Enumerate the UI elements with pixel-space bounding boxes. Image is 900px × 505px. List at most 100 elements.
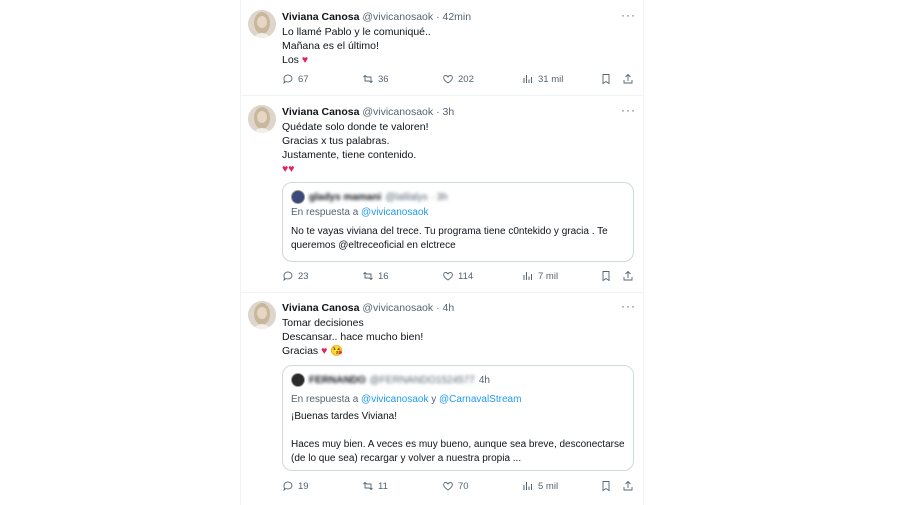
tweet-header: Viviana Canosa @vivicanosaok · 4h [282, 302, 454, 314]
quoted-tweet-header: FERNANDO @FERNANDO1524577 4h [291, 373, 490, 387]
heart-icon [443, 272, 453, 281]
views-count: 5 mil [538, 480, 559, 492]
bookmark-button[interactable] [600, 480, 612, 492]
retweet-button[interactable]: 16 [362, 270, 389, 282]
tweet-line: Descansar.. hace mucho bien! [282, 331, 424, 343]
like-button[interactable]: 70 [442, 480, 469, 492]
heart-emoji: ♥ 😘 [321, 345, 344, 357]
tweet-line: Justamente, tiene contenido. [282, 149, 417, 161]
author-handle[interactable]: @vivicanosaok [362, 11, 433, 23]
quoted-author-handle: @lalilalys · 3h [385, 191, 448, 203]
quoted-tweet-time: 4h [478, 374, 490, 386]
views-button[interactable]: 7 mil [522, 270, 558, 282]
tweet-line: Quédate solo donde te valoren! [282, 121, 429, 133]
like-button[interactable]: 202 [442, 73, 474, 85]
retweet-count: 16 [378, 270, 389, 282]
quoted-tweet-header: gladys mamani @lalilalys · 3h [291, 190, 448, 204]
retweet-count: 36 [378, 73, 389, 85]
mention-link[interactable]: @vivicanosaok [361, 394, 428, 405]
tweet-line: Gracias x tus palabras. [282, 135, 390, 147]
like-count: 70 [458, 480, 469, 492]
reply-context: En respuesta a @vivicanosaok [291, 207, 429, 218]
like-count: 114 [458, 270, 474, 282]
author-handle[interactable]: @vivicanosaok [362, 302, 433, 314]
reply-button[interactable]: 67 [282, 73, 309, 85]
tweet-time[interactable]: · 3h [436, 106, 454, 118]
mention-link[interactable]: @vivicanosaok [361, 207, 428, 218]
tweet-line: Mañana es el último! [282, 40, 379, 52]
reply-count: 23 [298, 270, 309, 282]
reply-icon [283, 481, 293, 492]
avatar[interactable] [248, 10, 276, 38]
tweet[interactable]: Viviana Canosa @vivicanosaok · 3h ··· Qu… [240, 96, 644, 293]
tweet[interactable]: Viviana Canosa @vivicanosaok · 42min ···… [240, 0, 644, 96]
mention-link[interactable]: @CarnavalStream [439, 394, 521, 405]
retweet-icon [363, 74, 373, 84]
heart-icon [443, 75, 453, 84]
bookmark-button[interactable] [600, 73, 612, 85]
author-name[interactable]: Viviana Canosa [282, 106, 359, 118]
bookmark-button[interactable] [600, 270, 612, 282]
retweet-icon [363, 481, 373, 491]
views-button[interactable]: 31 mil [522, 73, 563, 85]
more-options-icon[interactable]: ··· [621, 299, 636, 313]
retweet-count: 11 [378, 480, 388, 492]
reply-button[interactable]: 23 [282, 270, 309, 282]
bookmark-icon [602, 481, 610, 492]
tweet[interactable]: Viviana Canosa @vivicanosaok · 4h ··· To… [240, 293, 644, 505]
quoted-author-handle: @FERNANDO1524577 [369, 374, 475, 386]
views-count: 31 mil [538, 73, 564, 85]
quoted-tweet[interactable]: FERNANDO @FERNANDO1524577 4h En respuest… [282, 365, 634, 471]
tweet-time[interactable]: · 4h [436, 302, 454, 314]
views-icon [523, 75, 532, 83]
heart-emoji: ♥♥ [282, 163, 295, 175]
reply-icon [283, 271, 293, 282]
tweet-text: Lo llamé Pablo y le comuniqué.. Mañana e… [282, 25, 431, 67]
retweet-button[interactable]: 11 [362, 480, 388, 492]
tweet-actions: 19 11 70 5 mil [282, 480, 634, 494]
tweet-header: Viviana Canosa @vivicanosaok · 42min [282, 11, 471, 23]
share-button[interactable] [622, 480, 634, 492]
quoted-tweet[interactable]: gladys mamani @lalilalys · 3h En respues… [282, 182, 634, 262]
tweet-actions: 67 36 202 31 mil [282, 73, 634, 87]
avatar[interactable] [248, 105, 276, 133]
tweet-line: Los [282, 54, 299, 66]
reply-count: 19 [298, 480, 309, 492]
like-count: 202 [458, 73, 474, 85]
tweet-line: Tomar decisiones [282, 317, 364, 329]
quoted-tweet-text: ¡Buenas tardes Viviana! Haces muy bien. … [291, 411, 625, 464]
tweet-text: Quédate solo donde te valoren! Gracias x… [282, 120, 429, 176]
share-icon [623, 73, 633, 84]
like-button[interactable]: 114 [442, 270, 473, 282]
quoted-tweet-text: No te vayas viviana del trece. Tu progra… [291, 226, 608, 251]
author-name[interactable]: Viviana Canosa [282, 11, 359, 23]
reply-context: En respuesta a @vivicanosaok y @Carnaval… [291, 394, 522, 405]
more-options-icon[interactable]: ··· [621, 8, 636, 22]
bookmark-icon [602, 74, 610, 85]
share-button[interactable] [622, 73, 634, 85]
views-icon [523, 482, 532, 490]
avatar[interactable] [248, 301, 276, 329]
share-button[interactable] [622, 270, 634, 282]
share-icon [623, 480, 633, 491]
bookmark-icon [602, 271, 610, 282]
views-icon [523, 272, 532, 280]
quoted-avatar [291, 373, 305, 387]
tweet-line: Lo llamé Pablo y le comuniqué.. [282, 26, 431, 38]
share-icon [623, 270, 633, 281]
heart-emoji: ♥ [301, 54, 309, 66]
views-button[interactable]: 5 mil [522, 480, 558, 492]
quoted-author-name: FERNANDO [309, 374, 366, 386]
reply-icon [283, 74, 293, 85]
tweet-actions: 23 16 114 7 mil [282, 270, 634, 284]
tweet-time[interactable]: · 42min [436, 11, 471, 23]
retweet-button[interactable]: 36 [362, 73, 389, 85]
author-name[interactable]: Viviana Canosa [282, 302, 359, 314]
author-handle[interactable]: @vivicanosaok [362, 106, 433, 118]
heart-icon [443, 482, 453, 491]
views-count: 7 mil [538, 270, 559, 282]
reply-count: 67 [298, 73, 309, 85]
more-options-icon[interactable]: ··· [621, 103, 636, 117]
reply-button[interactable]: 19 [282, 480, 309, 492]
tweet-header: Viviana Canosa @vivicanosaok · 3h [282, 106, 454, 118]
